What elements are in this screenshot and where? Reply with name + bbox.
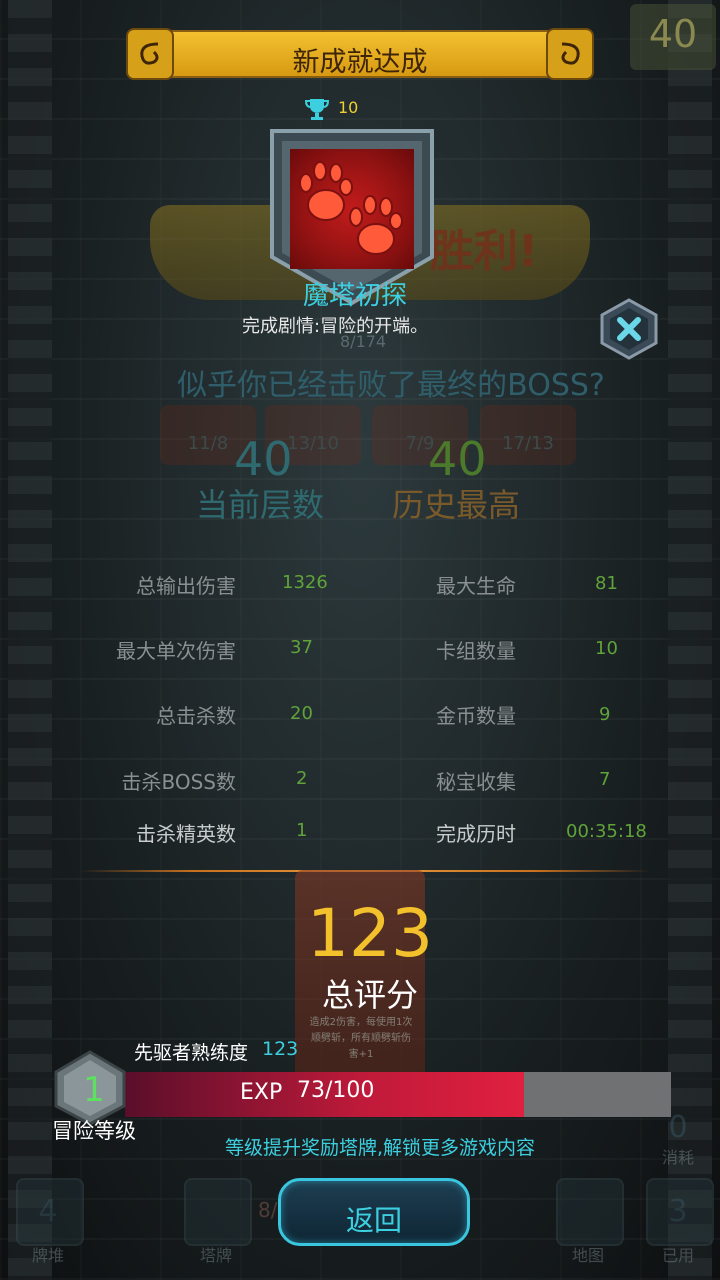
right-chain-decoration	[668, 0, 712, 1280]
best-floor-value: 40	[428, 432, 487, 486]
best-floor-label: 历史最高	[392, 486, 521, 524]
stat-value-relics: 7	[599, 769, 611, 790]
stat-value-max-hit: 37	[290, 637, 313, 658]
banner-scroll-right	[546, 28, 594, 80]
stat-value-total-damage: 1326	[282, 572, 328, 593]
boss-defeated-message: 似乎你已经击败了最终的BOSS?	[177, 368, 605, 403]
stat-label-max-hp: 最大生命	[436, 574, 516, 598]
stat-label-boss-kills: 击杀BOSS数	[121, 770, 236, 794]
stat-value-max-hp: 81	[595, 573, 618, 594]
stat-value-deck-size: 10	[595, 638, 618, 659]
back-button-label: 返回	[345, 1204, 402, 1237]
mastery-label: 先驱者熟练度	[134, 1042, 249, 1064]
consumed-slot: 0 消耗	[661, 1110, 694, 1167]
total-score-value: 123	[307, 895, 433, 972]
trophy-icon	[304, 99, 330, 120]
total-score-label: 总评分	[321, 976, 418, 1014]
tower-cards-slot: 塔牌	[178, 1172, 254, 1265]
stat-label-total-damage: 总输出伤害	[136, 574, 236, 598]
stat-label-elapsed-time: 完成历时	[436, 822, 516, 846]
mastery-value: 123	[262, 1038, 299, 1060]
stat-label-max-hit: 最大单次伤害	[116, 639, 236, 663]
achievement-description: 完成剧情:冒险的开端。	[242, 316, 429, 337]
adventure-level-value: 1	[83, 1070, 105, 1110]
exp-value: 73/100	[297, 1078, 375, 1103]
back-button[interactable]: 返回	[278, 1178, 470, 1246]
left-chain-decoration	[8, 0, 52, 1280]
close-icon[interactable]	[598, 298, 660, 360]
stat-value-boss-kills: 2	[296, 768, 308, 789]
topright-counter: 40	[630, 4, 716, 70]
stat-label-gold: 金币数量	[436, 704, 516, 728]
current-floor-label: 当前层数	[196, 486, 325, 524]
achievement-title: 新成就达成	[292, 47, 428, 78]
level-up-hint: 等级提升奖励塔牌,解锁更多游戏内容	[224, 1137, 536, 1159]
achievement-banner: 新成就达成	[126, 28, 594, 80]
stat-label-deck-size: 卡组数量	[436, 639, 516, 663]
map-slot: 地图	[550, 1172, 626, 1265]
exp-label: EXP	[240, 1080, 283, 1105]
current-floor-value: 40	[234, 432, 293, 486]
deck-pile-slot: 4 牌堆	[10, 1172, 86, 1265]
card-description: 造成2伤害，每使用1次顺劈斩，所有顺劈斩伤害+1	[309, 1017, 413, 1060]
stat-label-relics: 秘宝收集	[436, 770, 516, 794]
stat-value-elapsed-time: 00:35:18	[566, 821, 647, 842]
stat-label-total-kills: 总击杀数	[156, 704, 236, 728]
stat-value-total-kills: 20	[290, 703, 313, 724]
faded-card: 17/13	[480, 405, 576, 465]
exp-progress-bar	[125, 1072, 671, 1117]
stat-value-gold: 9	[599, 704, 611, 725]
stat-label-elite-kills: 击杀精英数	[136, 822, 236, 846]
trophy-points: 10	[338, 98, 359, 117]
stat-value-elite-kills: 1	[296, 820, 308, 841]
victory-ribbon-text: 胜利!	[430, 226, 539, 277]
